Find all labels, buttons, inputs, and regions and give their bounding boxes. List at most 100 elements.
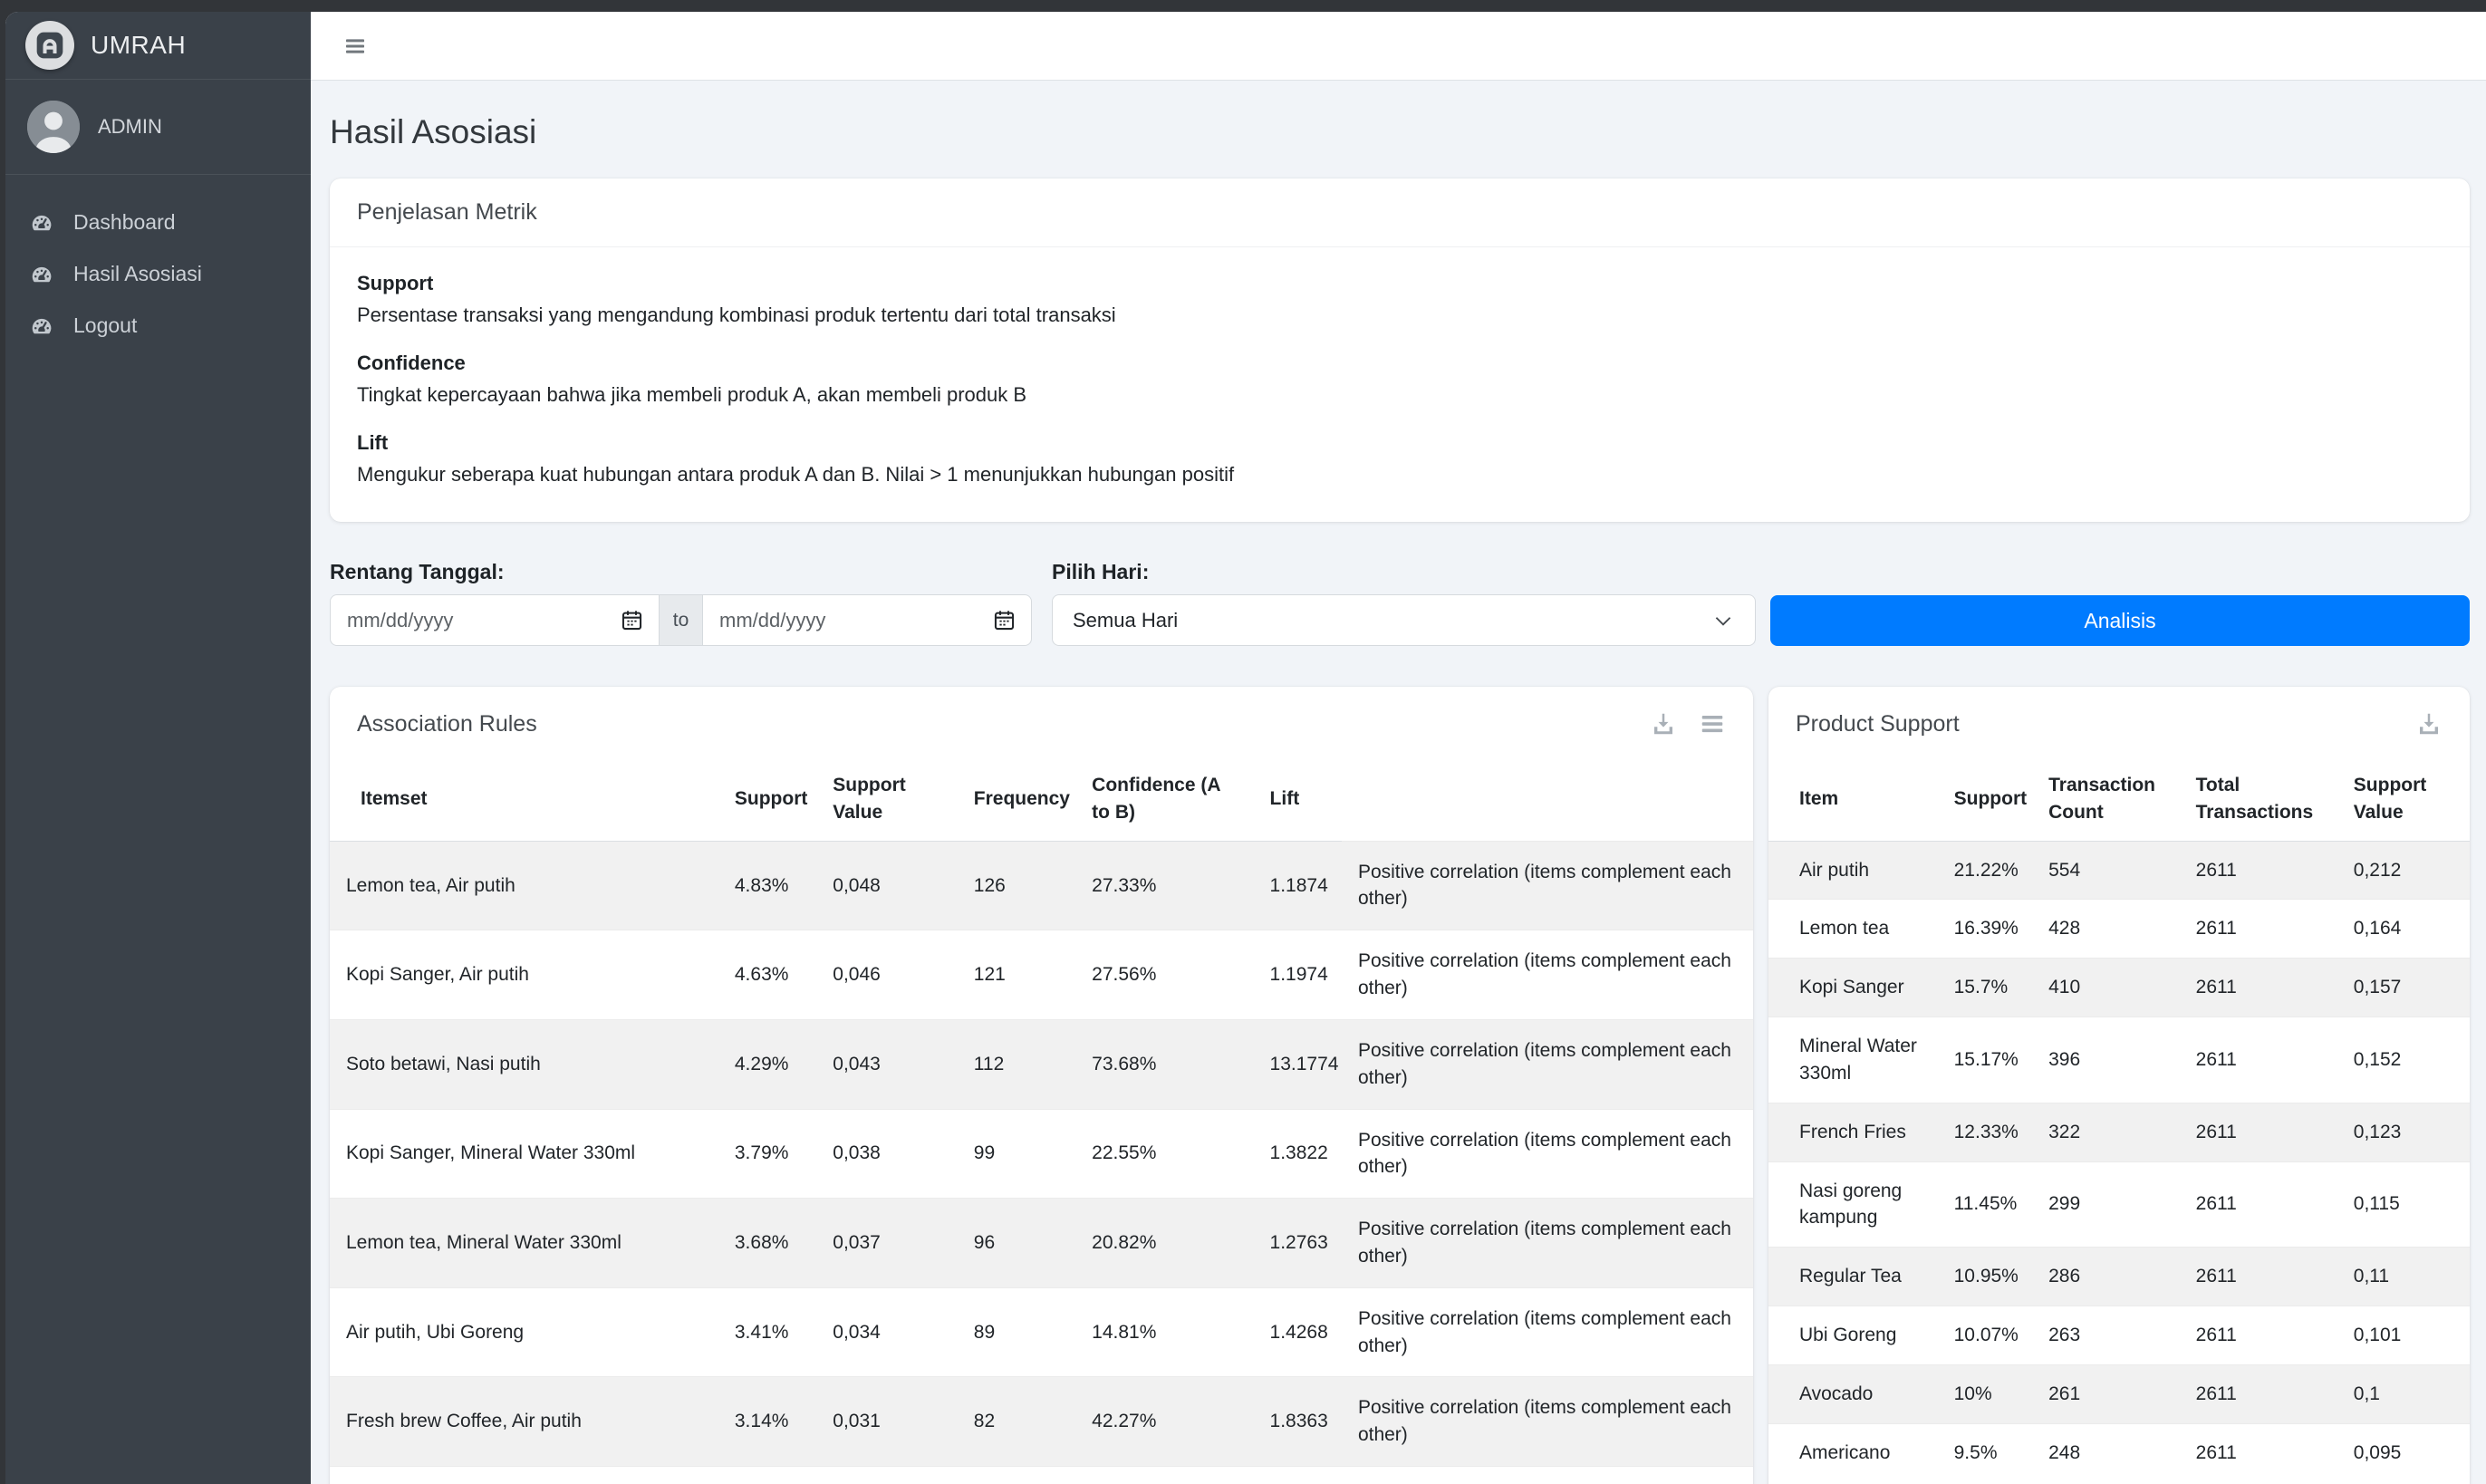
table-cell: 2611	[2182, 1161, 2340, 1248]
product-support-card: Product Support ItemSupportTransaction	[1768, 687, 2470, 1484]
table-cell: Kopi Sanger, Mineral Water 330ml	[330, 1109, 718, 1199]
sidebar: UMRAH ADMIN Dashboard	[5, 12, 311, 1484]
table-cell: 42.27%	[1075, 1377, 1253, 1467]
metric-term: Support	[357, 272, 2443, 295]
app-window: UMRAH ADMIN Dashboard	[5, 12, 2486, 1484]
chevron-down-icon	[1711, 609, 1735, 632]
table-cell: 20.82%	[1075, 1199, 1253, 1288]
table-cell: Lemon tea, Air putih	[330, 841, 718, 930]
table-cell: 4.63%	[718, 930, 816, 1020]
sidebar-item-label: Logout	[73, 313, 137, 338]
tachometer-icon	[29, 211, 58, 235]
table-cell: 2611	[2182, 900, 2340, 959]
table-row: Kopi Sanger, Mineral Water 330ml3.79%0,0…	[330, 1109, 1753, 1199]
association-rules-table: ItemsetSupportSupport ValueFrequencyConf…	[330, 757, 1753, 1467]
sidebar-item-dashboard[interactable]: Dashboard	[18, 197, 298, 248]
calendar-icon[interactable]	[992, 608, 1017, 632]
table-cell: 14.81%	[1075, 1287, 1253, 1377]
table-row: Mineral Water 330ml15.17%39626110,152	[1768, 1017, 2470, 1103]
calendar-icon[interactable]	[620, 608, 644, 632]
table-row: Soto betawi, Nasi putih4.29%0,04311273.6…	[330, 1019, 1753, 1109]
sidebar-item-label: Dashboard	[73, 210, 176, 235]
table-cell: 0,038	[816, 1109, 958, 1199]
table-cell: 0,123	[2340, 1103, 2470, 1161]
table-cell: 0,037	[816, 1199, 958, 1288]
main-area: Hasil Asosiasi Penjelasan Metrik Support…	[311, 12, 2486, 1484]
date-from-placeholder: mm/dd/yyyy	[347, 609, 453, 632]
column-header: Itemset	[330, 757, 718, 841]
sidebar-item-logout[interactable]: Logout	[18, 300, 298, 352]
metrics-card-title: Penjelasan Metrik	[330, 178, 2470, 247]
date-to-input[interactable]: mm/dd/yyyy	[702, 594, 1032, 646]
date-range-label: Rentang Tanggal:	[330, 560, 1032, 584]
page-title: Hasil Asosiasi	[330, 113, 2470, 151]
download-icon[interactable]	[1650, 710, 1677, 737]
table-row: Lemon tea16.39%42826110,164	[1768, 900, 2470, 959]
table-cell: 112	[958, 1019, 1075, 1109]
column-header: Lift	[1254, 757, 1342, 841]
table-cell: 0,1	[2340, 1364, 2470, 1423]
table-cell: 299	[2035, 1161, 2182, 1248]
table-cell: 89	[958, 1287, 1075, 1377]
table-cell: 2611	[2182, 1364, 2340, 1423]
column-header: Frequency	[958, 757, 1075, 841]
table-cell: 3.41%	[718, 1287, 816, 1377]
table-row: Nasi goreng kampung11.45%29926110,115	[1768, 1161, 2470, 1248]
table-cell: Positive correlation (items complement e…	[1342, 1019, 1753, 1109]
table-cell: 4.83%	[718, 841, 816, 930]
table-header-row: ItemsetSupportSupport ValueFrequencyConf…	[330, 757, 1753, 841]
table-row: Avocado10%26126110,1	[1768, 1364, 2470, 1423]
download-icon[interactable]	[2415, 710, 2443, 737]
brand-link[interactable]: UMRAH	[5, 12, 311, 80]
date-to-placeholder: mm/dd/yyyy	[719, 609, 825, 632]
column-header: Support	[718, 757, 816, 841]
sidebar-item-label: Hasil Asosiasi	[73, 262, 202, 286]
table-cell: 2611	[2182, 1017, 2340, 1103]
metric-description: Mengukur seberapa kuat hubungan antara p…	[357, 463, 2443, 487]
user-panel[interactable]: ADMIN	[5, 80, 311, 175]
table-cell: 2611	[2182, 841, 2340, 900]
table-row: Kopi Sanger15.7%41026110,157	[1768, 959, 2470, 1017]
table-cell: 1.2763	[1254, 1199, 1342, 1288]
table-cell: Fresh brew Coffee, Air putih	[330, 1377, 718, 1467]
table-cell: 0,115	[2340, 1161, 2470, 1248]
column-header: Total Transactions	[2182, 757, 2340, 841]
list-icon[interactable]	[1699, 710, 1726, 737]
table-cell: 21.22%	[1941, 841, 2035, 900]
table-cell: 396	[2035, 1017, 2182, 1103]
user-avatar	[27, 101, 80, 153]
analyze-button[interactable]: Analisis	[1770, 595, 2470, 646]
table-cell: 2611	[2182, 1248, 2340, 1306]
table-cell: 1.1874	[1254, 841, 1342, 930]
metric-term: Confidence	[357, 352, 2443, 375]
table-cell: 322	[2035, 1103, 2182, 1161]
table-row: Air putih, Ubi Goreng3.41%0,0348914.81%1…	[330, 1287, 1753, 1377]
date-from-input[interactable]: mm/dd/yyyy	[330, 594, 660, 646]
table-cell: 0,157	[2340, 959, 2470, 1017]
table-cell: Mineral Water 330ml	[1768, 1017, 1941, 1103]
table-cell: Positive correlation (items complement e…	[1342, 1377, 1753, 1467]
table-cell: 4.29%	[718, 1019, 816, 1109]
table-cell: Soto betawi, Nasi putih	[330, 1019, 718, 1109]
day-select[interactable]: Semua Hari	[1052, 594, 1756, 646]
table-cell: Positive correlation (items complement e…	[1342, 1287, 1753, 1377]
sidebar-item-hasil-asosiasi[interactable]: Hasil Asosiasi	[18, 248, 298, 300]
column-header: Support Value	[816, 757, 958, 841]
sidebar-nav: Dashboard Hasil Asosiasi Logout	[5, 175, 311, 373]
table-cell: 96	[958, 1199, 1075, 1288]
table-cell: 82	[958, 1377, 1075, 1467]
table-cell: 126	[958, 841, 1075, 930]
table-cell: 22.55%	[1075, 1109, 1253, 1199]
date-range-group: mm/dd/yyyy to mm/dd/yyyy	[330, 594, 1032, 646]
table-cell: 3.14%	[718, 1377, 816, 1467]
table-cell: 0,164	[2340, 900, 2470, 959]
metric-support: Support Persentase transaksi yang mengan…	[357, 272, 2443, 327]
table-cell: Positive correlation (items complement e…	[1342, 841, 1753, 930]
table-cell: Air putih, Ubi Goreng	[330, 1287, 718, 1377]
table-row: French Fries12.33%32226110,123	[1768, 1103, 2470, 1161]
menu-toggle-icon[interactable]	[343, 35, 367, 57]
table-cell: 0,101	[2340, 1306, 2470, 1364]
user-name: ADMIN	[98, 115, 162, 139]
table-cell: 10%	[1941, 1364, 2035, 1423]
table-cell: 0,152	[2340, 1017, 2470, 1103]
